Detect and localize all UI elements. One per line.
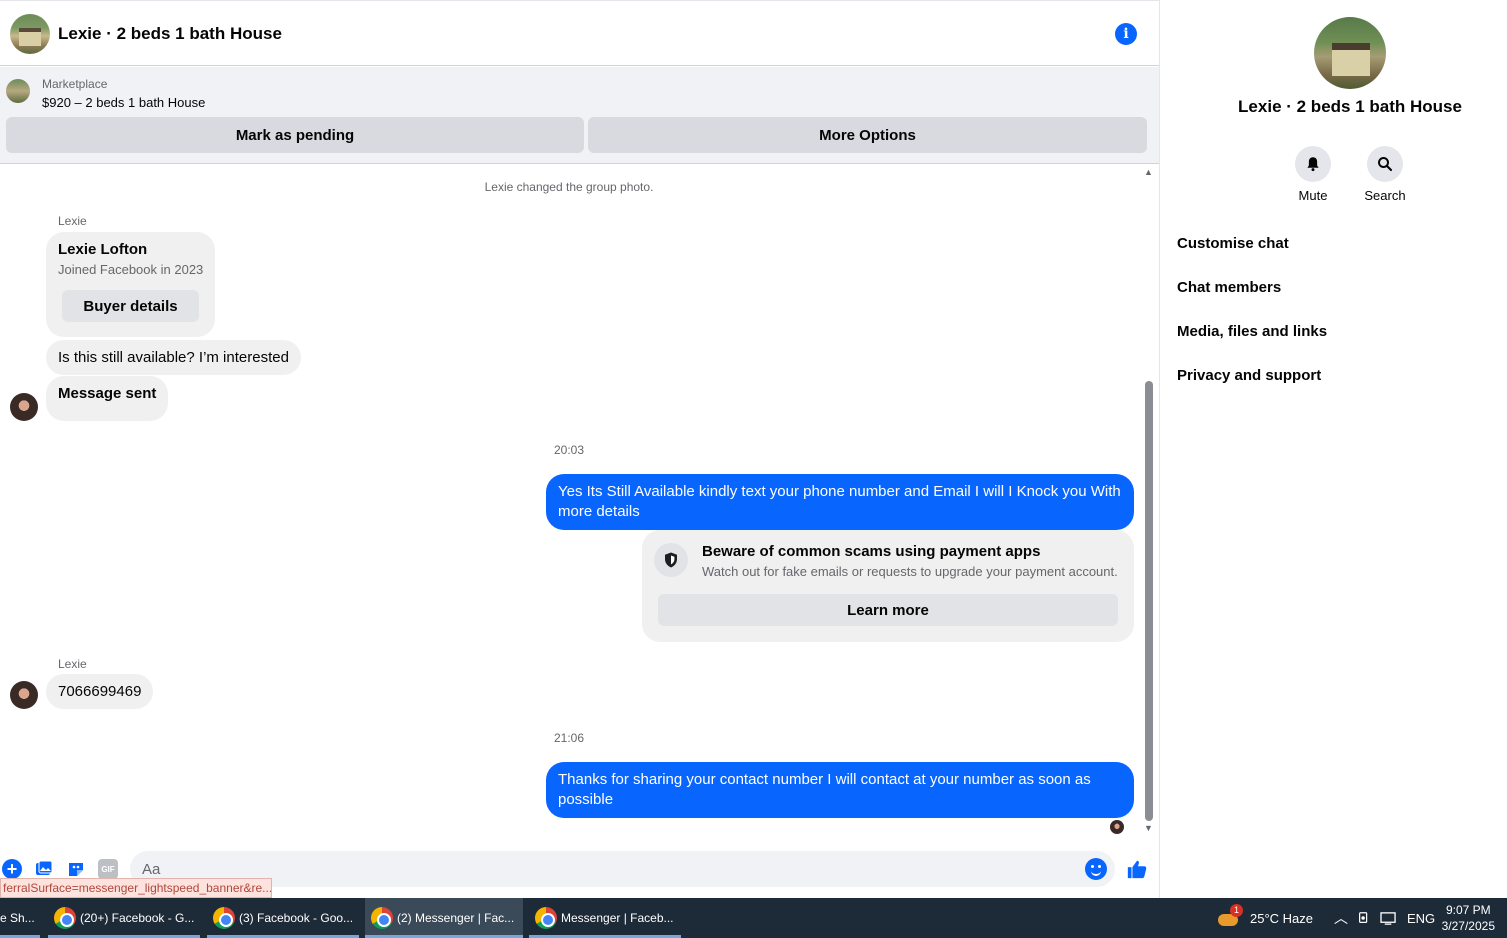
weather-badge: 1 <box>1230 904 1243 917</box>
emoji-icon[interactable] <box>1085 858 1107 880</box>
read-receipt-avatar <box>1110 820 1124 834</box>
scam-warning-title: Beware of common scams using payment app… <box>702 543 1041 560</box>
outgoing-message[interactable]: Thanks for sharing your contact number I… <box>546 762 1134 818</box>
sender-name: Lexie <box>58 214 87 228</box>
network-icon[interactable] <box>1380 898 1397 938</box>
outgoing-message[interactable]: Yes Its Still Available kindly text your… <box>546 474 1134 530</box>
weather-widget[interactable]: 1 25°C Haze <box>1216 898 1313 938</box>
mute-button[interactable]: Mute <box>1283 146 1343 203</box>
system-message: Lexie changed the group photo. <box>484 180 654 194</box>
buyer-name: Lexie Lofton <box>58 241 148 258</box>
gif-icon[interactable]: GIF <box>98 859 118 879</box>
scam-warning-card: Beware of common scams using payment app… <box>642 530 1134 642</box>
language-indicator[interactable]: ENG <box>1407 898 1435 938</box>
sticker-icon[interactable] <box>66 859 86 879</box>
incoming-message[interactable]: Message sent <box>46 376 169 421</box>
search-button[interactable]: Search <box>1355 146 1415 203</box>
listing-title[interactable]: $920 – 2 beds 1 bath House <box>42 95 205 110</box>
clock-date: 3/27/2025 <box>1441 919 1495 933</box>
learn-more-button[interactable]: Learn more <box>658 594 1118 626</box>
incoming-message[interactable]: 7066699469 <box>46 674 154 709</box>
taskbar-item-active[interactable]: (2) Messenger | Fac... <box>365 898 523 938</box>
chrome-icon <box>371 907 393 929</box>
scroll-up-arrow[interactable]: ▲ <box>1144 167 1153 177</box>
marketplace-label: Marketplace <box>42 77 108 91</box>
conversation-avatar[interactable] <box>1314 17 1386 89</box>
buyer-joined: Joined Facebook in 2023 <box>58 262 204 277</box>
weather-text: 25°C Haze <box>1250 910 1314 926</box>
taskbar-item-label: (2) Messenger | Fac... <box>397 911 515 925</box>
marketplace-banner: Marketplace $920 – 2 beds 1 bath House M… <box>0 67 1159 164</box>
chat-pane: Lexie · 2 beds 1 bath House i Marketplac… <box>0 0 1159 898</box>
chat-title[interactable]: Lexie · 2 beds 1 bath House <box>58 24 282 44</box>
info-icon[interactable]: i <box>1115 23 1137 45</box>
timestamp: 21:06 <box>553 731 585 745</box>
mark-pending-button[interactable]: Mark as pending <box>6 117 584 153</box>
taskbar-item-label: e Sh... <box>0 911 35 925</box>
thumbs-up-icon[interactable] <box>1126 857 1148 881</box>
taskbar-item[interactable]: Messenger | Faceb... <box>529 898 681 938</box>
sender-avatar[interactable] <box>10 681 38 709</box>
bell-icon[interactable] <box>1295 146 1331 182</box>
timestamp: 20:03 <box>553 443 585 457</box>
message-list: Lexie changed the group photo. Lexie Lex… <box>0 164 1159 841</box>
chrome-icon <box>213 907 235 929</box>
incoming-message[interactable]: Is this still available? I’m interested <box>46 340 301 375</box>
menu-customise-chat[interactable]: Customise chat <box>1177 235 1289 252</box>
conversation-info-panel: Lexie · 2 beds 1 bath House Mute Search … <box>1159 0 1507 898</box>
meet-now-icon[interactable] <box>1357 898 1371 938</box>
sender-name: Lexie <box>58 657 87 671</box>
buyer-profile-card: Lexie Lofton Joined Facebook in 2023 Buy… <box>46 232 215 337</box>
chrome-icon <box>535 907 557 929</box>
messenger-app: Lexie · 2 beds 1 bath House i Marketplac… <box>0 0 1507 898</box>
sender-avatar[interactable] <box>10 393 38 421</box>
scroll-down-arrow[interactable]: ▼ <box>1144 823 1153 833</box>
taskbar-item-label: (20+) Facebook - G... <box>80 911 195 925</box>
chevron-up-icon[interactable]: ︿ <box>1334 898 1348 938</box>
more-options-button[interactable]: More Options <box>588 117 1147 153</box>
weather-icon: 1 <box>1216 904 1243 928</box>
menu-chat-members[interactable]: Chat members <box>1177 279 1281 296</box>
clock-time: 9:07 PM <box>1445 903 1491 917</box>
taskbar-item[interactable]: e Sh... <box>0 898 40 938</box>
mute-label: Mute <box>1298 188 1328 203</box>
taskbar-item-label: Messenger | Faceb... <box>561 911 674 925</box>
search-label: Search <box>1364 188 1406 203</box>
search-icon[interactable] <box>1367 146 1403 182</box>
image-icon[interactable] <box>34 859 54 879</box>
listing-thumbnail[interactable] <box>6 79 30 103</box>
taskbar-item[interactable]: (3) Facebook - Goo... <box>207 898 359 938</box>
menu-media-files-links[interactable]: Media, files and links <box>1177 323 1327 340</box>
shield-icon <box>654 543 688 577</box>
taskbar-item[interactable]: (20+) Facebook - G... <box>48 898 200 938</box>
panel-title: Lexie · 2 beds 1 bath House <box>1238 97 1462 116</box>
status-url-tooltip: ferralSurface=messenger_lightspeed_banne… <box>0 878 272 898</box>
system-clock[interactable]: 9:07 PM 3/27/2025 <box>1442 902 1495 934</box>
chat-header: Lexie · 2 beds 1 bath House i <box>0 2 1159 66</box>
plus-icon[interactable]: + <box>2 859 22 879</box>
scam-warning-text: Watch out for fake emails or requests to… <box>702 564 1118 579</box>
chrome-icon <box>54 907 76 929</box>
chat-avatar[interactable] <box>10 13 50 54</box>
message-input-box[interactable] <box>130 851 1115 887</box>
taskbar-item-label: (3) Facebook - Goo... <box>239 911 354 925</box>
scrollbar-thumb[interactable] <box>1145 381 1153 821</box>
buyer-details-button[interactable]: Buyer details <box>62 290 199 322</box>
taskbar: e Sh... (20+) Facebook - G... (3) Facebo… <box>0 898 1507 938</box>
menu-privacy-support[interactable]: Privacy and support <box>1177 367 1321 384</box>
